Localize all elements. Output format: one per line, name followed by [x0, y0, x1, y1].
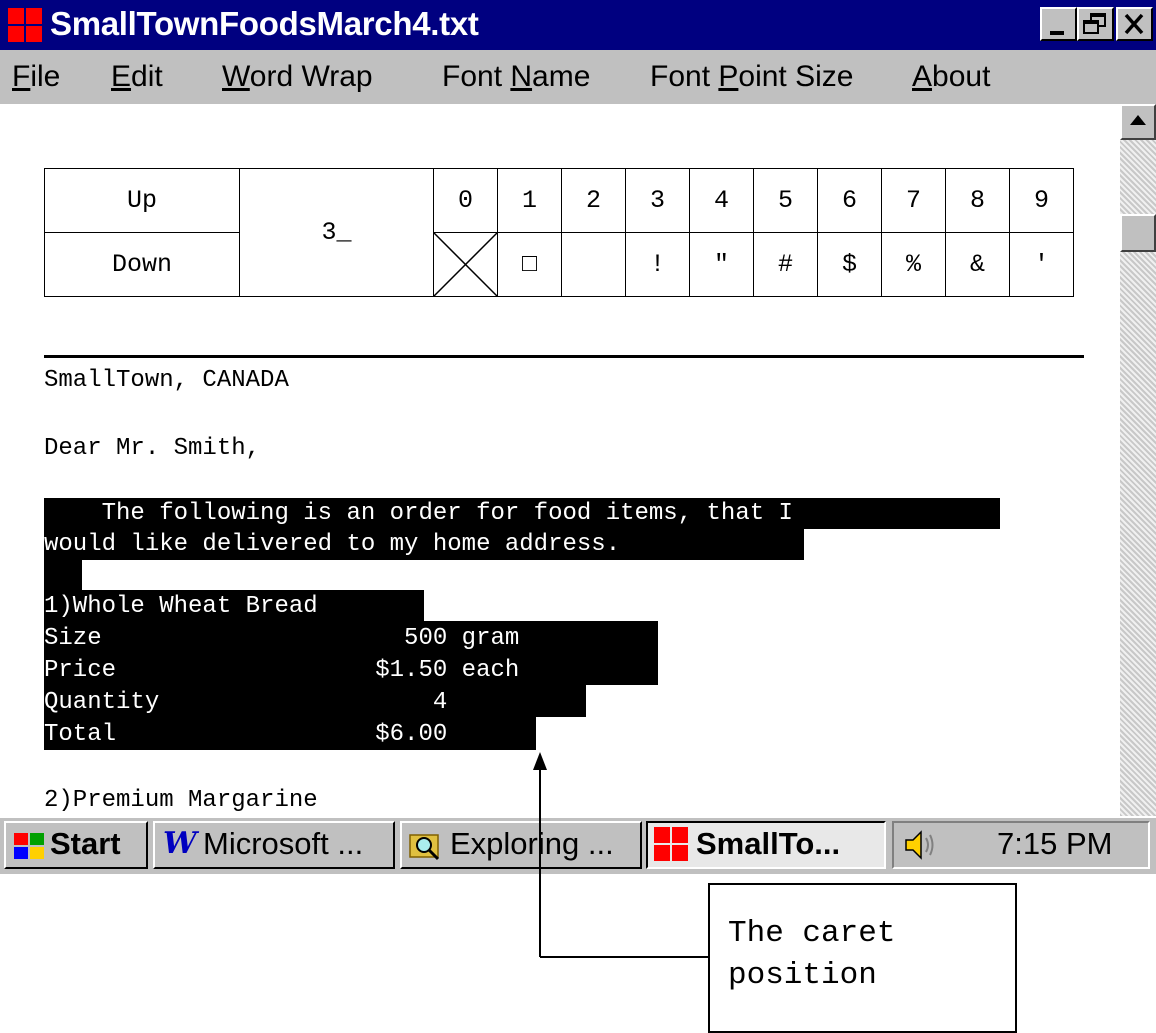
separator-line — [44, 355, 1084, 358]
digit-cell: 8 — [945, 168, 1010, 233]
digit-cell: 6 — [817, 168, 882, 233]
text-line: 2)Premium Margarine — [44, 787, 318, 814]
arrow-up-icon — [1130, 115, 1146, 125]
taskbar-button-smalltown[interactable]: SmallTo... — [646, 821, 886, 869]
selected-text-line: would like delivered to my home address. — [44, 531, 635, 558]
text-area[interactable]: Up 3_ 0 1 2 3 4 5 6 7 8 9 Down □ ! " # $… — [0, 104, 1120, 816]
digit-cell: 9 — [1009, 168, 1074, 233]
char-cell: # — [753, 232, 818, 297]
menu-word-wrap[interactable]: Word Wrap — [222, 60, 373, 94]
row-value: 3_ — [239, 168, 434, 297]
restore-button[interactable] — [1077, 7, 1114, 41]
windows-logo-icon — [14, 833, 44, 859]
minimize-button[interactable] — [1040, 7, 1077, 41]
system-tray: 7:15 PM — [892, 821, 1150, 869]
selected-text-line: Price $1.50 each — [44, 657, 534, 684]
char-cell: ' — [1009, 232, 1074, 297]
taskbar: Start W Microsoft ... Exploring ... Smal… — [0, 816, 1156, 874]
taskbar-button-label: Microsoft ... — [203, 826, 364, 861]
taskbar-button-label: Exploring ... — [450, 826, 614, 861]
down-label: Down — [44, 232, 240, 297]
taskbar-button-label: SmallTo... — [696, 826, 841, 861]
app-icon[interactable] — [8, 8, 42, 42]
text-line: Dear Mr. Smith, — [44, 435, 261, 462]
char-cell: & — [945, 232, 1010, 297]
menu-file[interactable]: File — [12, 60, 60, 94]
crossed-cell-icon — [434, 233, 497, 296]
character-code-table: Up 3_ 0 1 2 3 4 5 6 7 8 9 Down □ ! " # $… — [44, 168, 1074, 297]
null-char-cell — [433, 232, 498, 297]
char-cell — [561, 232, 626, 297]
menu-font-name[interactable]: Font Name — [442, 60, 590, 94]
scroll-thumb[interactable] — [1120, 214, 1156, 252]
char-cell: $ — [817, 232, 882, 297]
char-cell: ! — [625, 232, 690, 297]
char-cell: □ — [497, 232, 562, 297]
close-icon — [1124, 13, 1144, 35]
selected-text-line: Size 500 gram — [44, 625, 534, 652]
digit-cell: 4 — [689, 168, 754, 233]
caret-callout: The caret position — [708, 883, 1017, 1033]
digit-cell: 7 — [881, 168, 946, 233]
start-label: Start — [50, 826, 121, 861]
digit-cell: 0 — [433, 168, 498, 233]
word-icon: W — [163, 826, 197, 861]
callout-text: The caret position — [728, 916, 896, 993]
vertical-scrollbar[interactable] — [1120, 104, 1156, 816]
selected-text-line: Quantity 4 — [44, 689, 477, 716]
title-bar[interactable]: SmallTownFoodsMarch4.txt — [0, 0, 1156, 50]
taskbar-button-microsoft[interactable]: W Microsoft ... — [153, 821, 395, 869]
selected-text-line: 1)Whole Wheat Bread — [44, 593, 347, 620]
menu-edit[interactable]: Edit — [111, 60, 163, 94]
digit-cell: 3 — [625, 168, 690, 233]
menu-font-point-size[interactable]: Font Point Size — [650, 60, 853, 94]
app-icon — [654, 827, 688, 861]
restore-icon — [1083, 13, 1106, 34]
scroll-up-button[interactable] — [1120, 104, 1156, 140]
char-cell: % — [881, 232, 946, 297]
selected-text-line — [44, 559, 73, 592]
minimize-icon — [1050, 31, 1064, 35]
explorer-icon — [409, 834, 440, 861]
window-title: SmallTownFoodsMarch4.txt — [50, 5, 479, 42]
speaker-icon[interactable] — [902, 827, 938, 863]
up-label: Up — [44, 168, 240, 233]
selected-text-line: The following is an order for food items… — [44, 500, 808, 527]
taskbar-button-exploring[interactable]: Exploring ... — [400, 821, 642, 869]
text-line: SmallTown, CANADA — [44, 367, 289, 394]
start-button[interactable]: Start — [4, 821, 148, 869]
selected-text-line: Total $6.00 — [44, 721, 448, 748]
clock[interactable]: 7:15 PM — [997, 823, 1112, 865]
digit-cell: 1 — [497, 168, 562, 233]
char-cell: " — [689, 232, 754, 297]
close-button[interactable] — [1116, 7, 1153, 41]
digit-cell: 2 — [561, 168, 626, 233]
digit-cell: 5 — [753, 168, 818, 233]
menu-about[interactable]: About — [912, 60, 990, 94]
menu-bar: File Edit Word Wrap Font Name Font Point… — [0, 50, 1156, 104]
